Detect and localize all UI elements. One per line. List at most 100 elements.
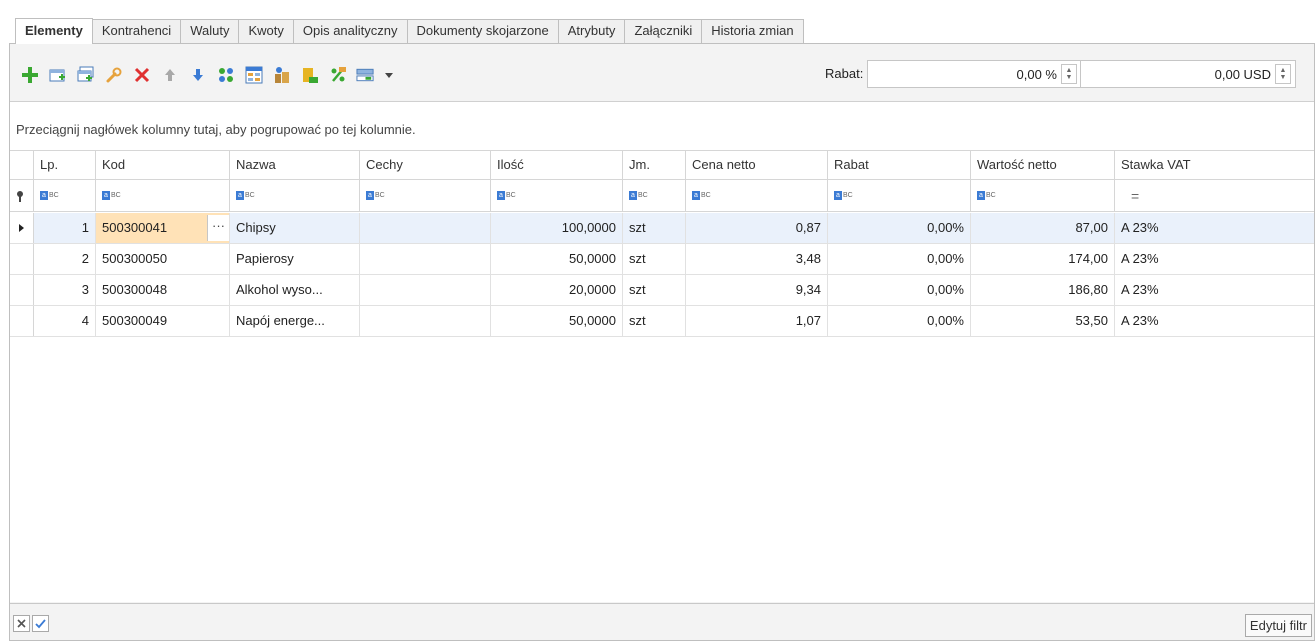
cell-stawka-vat[interactable]: A 23% [1115,244,1314,274]
cell-jm[interactable]: szt [623,306,686,336]
rabat-label: Rabat: [825,66,864,81]
add-multiple-icon[interactable] [76,66,95,85]
split-icon[interactable] [216,66,235,85]
column-header-nazwa[interactable]: Nazwa [230,151,360,179]
table-row[interactable]: 4 500300049 Napój energe... 50,0000 szt … [10,306,1314,337]
tab-elementy[interactable]: Elementy [15,18,93,44]
cell-cena-netto[interactable]: 0,87 [686,213,828,243]
text-filter-icon: a BC [692,191,711,200]
cell-cena-netto[interactable]: 3,48 [686,244,828,274]
batch-icon[interactable] [300,66,319,85]
toolbar-icons [20,64,394,86]
table-row[interactable]: 3 500300048 Alkohol wyso... 20,0000 szt … [10,275,1314,306]
view-options-icon[interactable] [356,66,375,85]
filter-rabat[interactable]: a BC [828,180,971,211]
cell-wartosc-netto[interactable]: 87,00 [971,213,1115,243]
cell-wartosc-netto[interactable]: 186,80 [971,275,1115,305]
filter-lp[interactable]: a BC [34,180,96,211]
filter-jm[interactable]: a BC [623,180,686,211]
cell-lp[interactable]: 3 [34,275,96,305]
cell-cechy[interactable] [360,275,491,305]
dropdown-arrow-icon[interactable] [384,66,394,85]
ellipsis-button[interactable]: ··· [207,215,229,241]
cell-cechy[interactable] [360,306,491,336]
cell-wartosc-netto[interactable]: 174,00 [971,244,1115,274]
cell-cena-netto[interactable]: 9,34 [686,275,828,305]
rabat-percent-spinner[interactable]: ▲ ▼ [1061,64,1077,84]
filter-kod[interactable]: a BC [96,180,230,211]
column-header-lp[interactable]: Lp. [34,151,96,179]
rabat-amount-spinner[interactable]: ▲ ▼ [1275,64,1291,84]
tab-kontrahenci[interactable]: Kontrahenci [92,19,182,43]
column-header-cechy[interactable]: Cechy [360,151,491,179]
column-header-kod[interactable]: Kod [96,151,230,179]
cell-nazwa[interactable]: Papierosy [230,244,360,274]
cell-rabat[interactable]: 0,00% [828,306,971,336]
rabat-amount-field[interactable]: 0,00 USD ▲ ▼ [1080,60,1296,88]
cell-cechy[interactable] [360,213,491,243]
cell-ilosc[interactable]: 100,0000 [491,213,623,243]
cell-nazwa[interactable]: Napój energe... [230,306,360,336]
text-filter-icon: a BC [102,191,121,200]
cell-ilosc[interactable]: 50,0000 [491,244,623,274]
column-header-stawka-vat[interactable]: Stawka VAT [1115,151,1314,179]
move-up-icon[interactable] [160,66,179,85]
percent-icon[interactable] [328,66,347,85]
cell-ilosc[interactable]: 50,0000 [491,306,623,336]
cell-stawka-vat[interactable]: A 23% [1115,306,1314,336]
set-quantity-icon[interactable] [272,66,291,85]
cell-nazwa[interactable]: Alkohol wyso... [230,275,360,305]
cell-lp[interactable]: 2 [34,244,96,274]
tab-historia-zmian[interactable]: Historia zmian [702,19,804,43]
edit-wrench-icon[interactable] [104,66,123,85]
cell-wartosc-netto[interactable]: 53,50 [971,306,1115,336]
column-header-cena-netto[interactable]: Cena netto [686,151,828,179]
cell-rabat[interactable]: 0,00% [828,275,971,305]
table-row[interactable]: 1 500300041 ··· Chipsy 100,0000 szt 0,87… [10,213,1314,244]
cell-kod[interactable]: 500300050 [96,244,230,274]
cell-stawka-vat[interactable]: A 23% [1115,213,1314,243]
tab-zalaczniki[interactable]: Załączniki [625,19,703,43]
cell-lp[interactable]: 4 [34,306,96,336]
row-indicator [10,275,34,305]
edit-filter-button[interactable]: Edytuj filtr [1244,614,1312,637]
cell-jm[interactable]: szt [623,275,686,305]
column-header-wartosc-netto[interactable]: Wartość netto [971,151,1115,179]
tab-atrybuty[interactable]: Atrybuty [558,19,626,43]
rabat-percent-field[interactable]: 0,00 % ▲ ▼ [867,60,1082,88]
add-icon[interactable] [20,66,39,85]
column-header-jm[interactable]: Jm. [623,151,686,179]
filter-cena-netto[interactable]: a BC [686,180,828,211]
table-row[interactable]: 2 500300050 Papierosy 50,0000 szt 3,48 0… [10,244,1314,275]
cell-kod[interactable]: 500300041 ··· [96,213,230,243]
tab-kwoty[interactable]: Kwoty [239,19,294,43]
filter-wartosc-netto[interactable]: a BC [971,180,1115,211]
column-header-rabat[interactable]: Rabat [828,151,971,179]
cell-rabat[interactable]: 0,00% [828,244,971,274]
filter-nazwa[interactable]: a BC [230,180,360,211]
filter-cechy[interactable]: a BC [360,180,491,211]
cell-cechy[interactable] [360,244,491,274]
filter-stawka-vat[interactable]: = [1115,180,1314,211]
add-row-icon[interactable] [48,66,67,85]
cell-lp[interactable]: 1 [34,213,96,243]
cell-kod[interactable]: 500300048 [96,275,230,305]
column-header-ilosc[interactable]: Ilość [491,151,623,179]
cell-jm[interactable]: szt [623,244,686,274]
tab-waluty[interactable]: Waluty [181,19,240,43]
filter-enabled-checkbox[interactable] [32,615,49,632]
tab-dokumenty-skojarzone[interactable]: Dokumenty skojarzone [407,19,559,43]
table-icon[interactable] [244,66,263,85]
cell-cena-netto[interactable]: 1,07 [686,306,828,336]
delete-icon[interactable] [132,66,151,85]
cell-nazwa[interactable]: Chipsy [230,213,360,243]
filter-ilosc[interactable]: a BC [491,180,623,211]
cell-ilosc[interactable]: 20,0000 [491,275,623,305]
cell-kod[interactable]: 500300049 [96,306,230,336]
clear-filter-button[interactable] [13,615,30,632]
move-down-icon[interactable] [188,66,207,85]
cell-rabat[interactable]: 0,00% [828,213,971,243]
cell-stawka-vat[interactable]: A 23% [1115,275,1314,305]
tab-opis-analityczny[interactable]: Opis analityczny [293,19,408,43]
cell-jm[interactable]: szt [623,213,686,243]
